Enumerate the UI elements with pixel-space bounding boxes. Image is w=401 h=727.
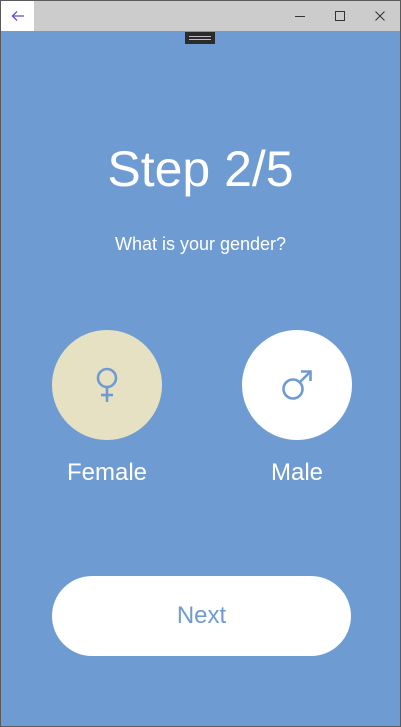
male-symbol-icon — [282, 370, 312, 400]
step-title: Step 2/5 — [107, 141, 294, 197]
maximize-icon — [335, 11, 345, 21]
female-option-circle[interactable] — [52, 330, 162, 440]
title-bar — [1, 1, 400, 31]
drag-handle-line — [189, 39, 211, 40]
close-icon — [375, 11, 385, 21]
female-option[interactable]: Female — [52, 330, 162, 486]
male-option[interactable]: Male — [242, 330, 352, 486]
minimize-icon — [295, 16, 305, 17]
next-button[interactable]: Next — [52, 576, 351, 656]
window-controls — [280, 1, 400, 31]
maximize-button[interactable] — [320, 1, 360, 31]
minimize-button[interactable] — [280, 1, 320, 31]
female-label: Female — [66, 459, 148, 486]
drag-handle-line — [189, 36, 211, 37]
close-button[interactable] — [360, 1, 400, 31]
back-button[interactable] — [1, 1, 34, 31]
male-option-circle[interactable] — [242, 330, 352, 440]
male-label: Male — [270, 459, 324, 486]
app-window: Step 2/5 What is your gender? Female Mal… — [0, 0, 401, 727]
female-symbol-icon — [96, 367, 118, 402]
gender-question: What is your gender? — [114, 234, 287, 254]
arrow-left-icon — [11, 11, 24, 21]
drag-handle[interactable] — [185, 32, 215, 44]
